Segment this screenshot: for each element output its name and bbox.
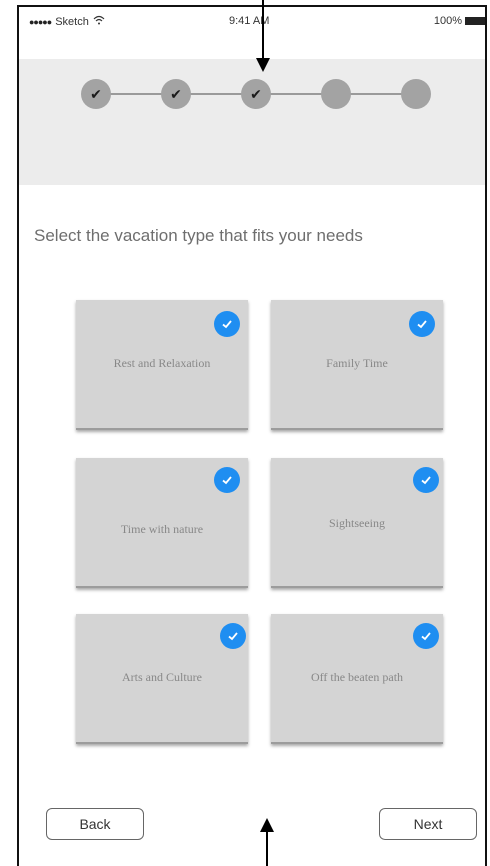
battery-icon bbox=[465, 17, 485, 25]
next-button[interactable]: Next bbox=[379, 808, 477, 840]
annotation-arrow-up-shaft bbox=[266, 832, 268, 866]
check-icon bbox=[214, 467, 240, 493]
annotation-arrow-up-icon bbox=[260, 818, 274, 832]
option-label: Time with nature bbox=[120, 522, 204, 536]
option-label: Off the beaten path bbox=[310, 670, 404, 684]
status-carrier-group: ●●●●● Sketch bbox=[29, 15, 105, 28]
annotation-arrow-down-shaft bbox=[262, 0, 264, 58]
option-label: Family Time bbox=[326, 356, 388, 370]
option-card-off-beaten-path[interactable]: Off the beaten path bbox=[271, 614, 443, 744]
back-button[interactable]: Back bbox=[46, 808, 144, 840]
option-card-family-time[interactable]: Family Time bbox=[271, 300, 443, 430]
wifi-icon bbox=[93, 15, 105, 28]
step-3-icon: ✔ bbox=[241, 79, 271, 109]
step-1-icon: ✔ bbox=[81, 79, 111, 109]
check-icon bbox=[220, 623, 246, 649]
option-card-rest-relaxation[interactable]: Rest and Relaxation bbox=[76, 300, 248, 430]
signal-strength-icon: ●●●●● bbox=[29, 16, 52, 27]
phone-screen: ●●●●● Sketch 9:41 AM 100% ✔ ✔ ✔ Select t… bbox=[17, 5, 487, 866]
option-label: Sightseeing bbox=[329, 516, 385, 530]
check-icon bbox=[409, 311, 435, 337]
status-bar: ●●●●● Sketch 9:41 AM 100% bbox=[19, 7, 485, 37]
annotation-arrow-down-icon bbox=[256, 58, 270, 72]
option-label: Arts and Culture bbox=[122, 670, 202, 684]
check-icon bbox=[214, 311, 240, 337]
step-4-icon bbox=[321, 79, 351, 109]
page-heading: Select the vacation type that fits your … bbox=[34, 226, 363, 245]
step-2-icon: ✔ bbox=[161, 79, 191, 109]
battery-percent: 100% bbox=[433, 15, 462, 27]
step-5-icon bbox=[401, 79, 431, 109]
check-icon bbox=[413, 467, 439, 493]
status-battery-group: 100% bbox=[434, 15, 485, 27]
option-card-arts-culture[interactable]: Arts and Culture bbox=[76, 614, 248, 744]
carrier-name: Sketch bbox=[55, 15, 89, 28]
progress-band bbox=[19, 59, 485, 185]
check-icon bbox=[413, 623, 439, 649]
option-card-sightseeing[interactable]: Sightseeing bbox=[271, 458, 443, 588]
progress-stepper: ✔ ✔ ✔ bbox=[81, 79, 431, 109]
option-label: Rest and Relaxation bbox=[113, 356, 211, 370]
option-card-time-with-nature[interactable]: Time with nature bbox=[76, 458, 248, 588]
